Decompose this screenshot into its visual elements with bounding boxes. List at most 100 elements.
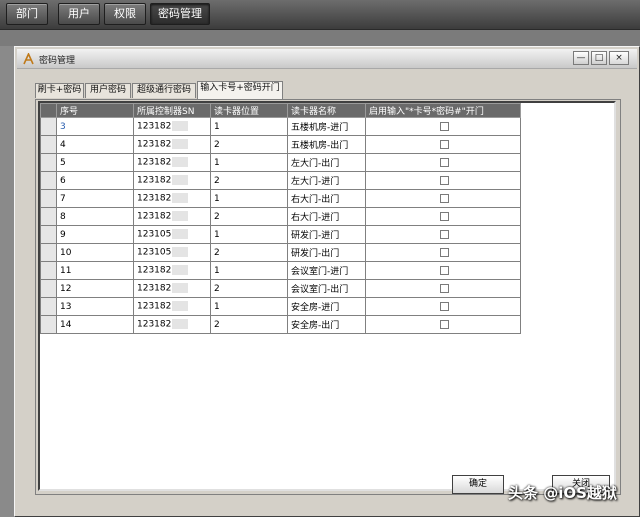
tab-card-number-password-open[interactable]: 输入卡号+密码开门: [197, 81, 283, 99]
enable-checkbox[interactable]: [440, 139, 449, 149]
cell-reader-position[interactable]: 2: [210, 135, 288, 154]
cell-enable-open[interactable]: [365, 171, 521, 190]
table-row[interactable]: 13 123182 1 安全房-进门: [40, 297, 521, 316]
cell-enable-open[interactable]: [365, 117, 521, 136]
table-row[interactable]: 12 123182 2 会议室门-出门: [40, 279, 521, 298]
close-icon[interactable]: ×: [609, 51, 629, 65]
row-indicator[interactable]: [40, 189, 57, 208]
cell-controller-sn[interactable]: 123182: [133, 153, 211, 172]
nav-password-management-button[interactable]: 密码管理: [150, 3, 210, 25]
row-indicator[interactable]: [40, 225, 57, 244]
row-indicator[interactable]: [40, 315, 57, 334]
enable-checkbox[interactable]: [440, 121, 449, 131]
data-grid[interactable]: 序号 所属控制器SN 读卡器位置 读卡器名称 启用输入"*卡号*密码#"开门 3…: [38, 101, 616, 491]
cell-controller-sn[interactable]: 123182: [133, 297, 211, 316]
enable-checkbox[interactable]: [440, 157, 449, 167]
cell-no[interactable]: 6: [56, 171, 134, 190]
cell-enable-open[interactable]: [365, 225, 521, 244]
enable-checkbox[interactable]: [440, 229, 449, 239]
cell-reader-name[interactable]: 安全房-出门: [287, 315, 366, 334]
nav-user-button[interactable]: 用户: [58, 3, 100, 25]
cell-no[interactable]: 8: [56, 207, 134, 226]
row-indicator[interactable]: [40, 207, 57, 226]
cell-controller-sn[interactable]: 123105: [133, 225, 211, 244]
cell-no[interactable]: 14: [56, 315, 134, 334]
column-header-reader-position[interactable]: 读卡器位置: [210, 103, 288, 118]
enable-checkbox[interactable]: [440, 193, 449, 203]
cell-controller-sn[interactable]: 123182: [133, 261, 211, 280]
cell-reader-position[interactable]: 1: [210, 189, 288, 208]
cell-controller-sn[interactable]: 123182: [133, 279, 211, 298]
row-indicator[interactable]: [40, 261, 57, 280]
row-indicator[interactable]: [40, 135, 57, 154]
table-row[interactable]: 3 123182 1 五楼机房-进门: [40, 117, 521, 136]
cell-no[interactable]: 11: [56, 261, 134, 280]
cell-controller-sn[interactable]: 123182: [133, 207, 211, 226]
cell-reader-name[interactable]: 五楼机房-出门: [287, 135, 366, 154]
cell-reader-position[interactable]: 1: [210, 225, 288, 244]
cell-no[interactable]: 13: [56, 297, 134, 316]
cell-no[interactable]: 12: [56, 279, 134, 298]
column-header-controller-sn[interactable]: 所属控制器SN: [133, 103, 211, 118]
cell-no[interactable]: 4: [56, 135, 134, 154]
cell-enable-open[interactable]: [365, 315, 521, 334]
tab-super-pass-password[interactable]: 超级通行密码: [132, 83, 196, 98]
cell-reader-name[interactable]: 左大门-进门: [287, 171, 366, 190]
cell-controller-sn[interactable]: 123182: [133, 117, 211, 136]
enable-checkbox[interactable]: [440, 301, 449, 311]
column-header-enable-open[interactable]: 启用输入"*卡号*密码#"开门: [365, 103, 521, 118]
enable-checkbox[interactable]: [440, 211, 449, 221]
cell-reader-position[interactable]: 1: [210, 261, 288, 280]
cell-reader-name[interactable]: 会议室门-出门: [287, 279, 366, 298]
cell-enable-open[interactable]: [365, 189, 521, 208]
cell-reader-name[interactable]: 研发门-进门: [287, 225, 366, 244]
cell-no[interactable]: 3: [56, 117, 134, 136]
cell-enable-open[interactable]: [365, 261, 521, 280]
column-header-no[interactable]: 序号: [56, 103, 134, 118]
table-row[interactable]: 9 123105 1 研发门-进门: [40, 225, 521, 244]
cell-reader-name[interactable]: 安全房-进门: [287, 297, 366, 316]
cell-reader-name[interactable]: 研发门-出门: [287, 243, 366, 262]
cell-reader-name[interactable]: 左大门-出门: [287, 153, 366, 172]
cell-reader-name[interactable]: 五楼机房-进门: [287, 117, 366, 136]
cell-reader-position[interactable]: 2: [210, 171, 288, 190]
cell-reader-position[interactable]: 1: [210, 117, 288, 136]
enable-checkbox[interactable]: [440, 319, 449, 329]
cell-enable-open[interactable]: [365, 243, 521, 262]
tab-user-password[interactable]: 用户密码: [85, 83, 131, 98]
maximize-icon[interactable]: □: [591, 51, 607, 65]
table-row[interactable]: 6 123182 2 左大门-进门: [40, 171, 521, 190]
cell-enable-open[interactable]: [365, 207, 521, 226]
cell-reader-position[interactable]: 2: [210, 315, 288, 334]
column-header-reader-name[interactable]: 读卡器名称: [287, 103, 366, 118]
cell-enable-open[interactable]: [365, 279, 521, 298]
table-row[interactable]: 5 123182 1 左大门-出门: [40, 153, 521, 172]
cell-no[interactable]: 9: [56, 225, 134, 244]
nav-department-button[interactable]: 部门: [6, 3, 48, 25]
row-indicator[interactable]: [40, 279, 57, 298]
cell-enable-open[interactable]: [365, 135, 521, 154]
table-row[interactable]: 14 123182 2 安全房-出门: [40, 315, 521, 334]
cell-controller-sn[interactable]: 123182: [133, 189, 211, 208]
minimize-icon[interactable]: —: [573, 51, 589, 65]
cell-controller-sn[interactable]: 123182: [133, 315, 211, 334]
row-indicator[interactable]: [40, 243, 57, 262]
enable-checkbox[interactable]: [440, 265, 449, 275]
cell-enable-open[interactable]: [365, 297, 521, 316]
cell-no[interactable]: 5: [56, 153, 134, 172]
table-row[interactable]: 10 123105 2 研发门-出门: [40, 243, 521, 262]
window-titlebar[interactable]: 密码管理 — □ ×: [17, 49, 637, 69]
nav-permission-button[interactable]: 权限: [104, 3, 146, 25]
row-indicator[interactable]: [40, 117, 57, 136]
cell-reader-name[interactable]: 右大门-进门: [287, 207, 366, 226]
table-row[interactable]: 8 123182 2 右大门-进门: [40, 207, 521, 226]
cell-controller-sn[interactable]: 123182: [133, 171, 211, 190]
cell-no[interactable]: 7: [56, 189, 134, 208]
cell-reader-position[interactable]: 2: [210, 243, 288, 262]
ok-button[interactable]: 确定: [452, 475, 504, 494]
cell-reader-position[interactable]: 1: [210, 297, 288, 316]
tab-card-plus-password[interactable]: 刷卡+密码: [35, 83, 84, 98]
cell-no[interactable]: 10: [56, 243, 134, 262]
cell-reader-position[interactable]: 2: [210, 279, 288, 298]
cell-reader-position[interactable]: 2: [210, 207, 288, 226]
